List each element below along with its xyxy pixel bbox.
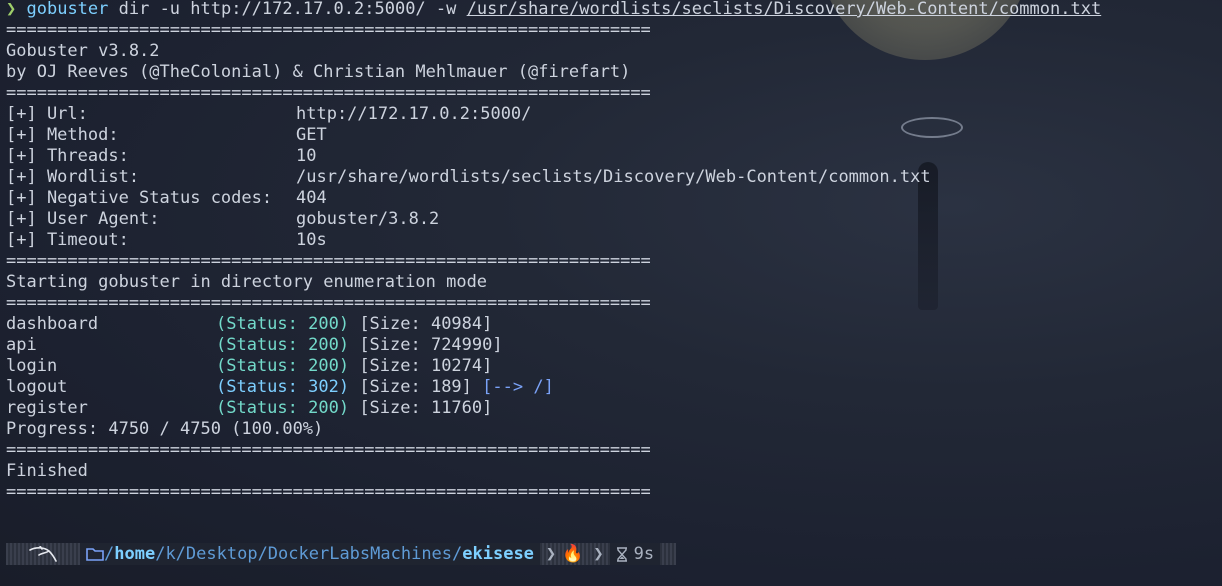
mode-message: Starting gobuster in directory enumerati… xyxy=(6,272,488,292)
config-value: http://172.17.0.2:5000/ xyxy=(296,104,532,124)
result-size: [Size: 11760] xyxy=(359,398,493,418)
config-row: [+] Timeout: 10s xyxy=(6,230,1101,251)
terminal-output: ❯ gobuster dir -u http://172.17.0.2:5000… xyxy=(6,0,1101,503)
result-path: register xyxy=(6,398,88,418)
config-label: [+] Timeout: xyxy=(6,230,129,250)
separator-line: ========================================… xyxy=(6,20,651,40)
separator-line: ========================================… xyxy=(6,482,651,502)
separator-line: ========================================… xyxy=(6,251,651,271)
segment-chevron-icon: ❯ xyxy=(545,544,557,564)
config-label: [+] User Agent: xyxy=(6,209,160,229)
config-value: /usr/share/wordlists/seclists/Discovery/… xyxy=(296,167,931,187)
config-value: GET xyxy=(296,125,327,145)
result-redirect: [--> /] xyxy=(482,377,554,397)
finished-line: Finished xyxy=(6,461,88,481)
result-size: [Size: 724990] xyxy=(359,335,503,355)
config-label: [+] Method: xyxy=(6,125,119,145)
config-row: [+] Url: http://172.17.0.2:5000/ xyxy=(6,104,1101,125)
prompt-chevron: ❯ xyxy=(6,0,17,19)
result-size: [Size: 40984] xyxy=(359,314,493,334)
command-program: gobuster xyxy=(26,0,109,19)
command-args: dir -u http://172.17.0.2:5000/ -w xyxy=(108,0,467,19)
separator-line: ========================================… xyxy=(6,293,651,313)
config-value: gobuster/3.8.2 xyxy=(296,209,440,229)
result-status: (Status: 200) xyxy=(216,314,350,334)
config-label: [+] Url: xyxy=(6,104,88,124)
banner-authors: by OJ Reeves (@TheColonial) & Christian … xyxy=(6,62,631,82)
config-row: [+] Threads: 10 xyxy=(6,146,1101,167)
result-row: logout (Status: 302) [Size: 189] [--> /] xyxy=(6,377,1101,398)
kali-dragon-icon xyxy=(29,546,57,562)
config-label: [+] Threads: xyxy=(6,146,129,166)
result-row: api (Status: 200) [Size: 724990] xyxy=(6,335,1101,356)
config-label: [+] Wordlist: xyxy=(6,167,140,187)
dir-user: /k/ xyxy=(155,544,186,564)
terminal-window[interactable]: ❯ gobuster dir -u http://172.17.0.2:5000… xyxy=(0,0,1222,586)
result-status: (Status: 302) xyxy=(216,377,350,397)
config-row: [+] User Agent: gobuster/3.8.2 xyxy=(6,209,1101,230)
dir-middle: Desktop/DockerLabsMachines/ xyxy=(185,544,463,564)
result-row: login (Status: 200) [Size: 10274] xyxy=(6,356,1101,377)
result-status: (Status: 200) xyxy=(216,398,350,418)
fire-icon: 🔥 xyxy=(562,544,584,564)
result-row: register (Status: 200) [Size: 11760] xyxy=(6,398,1101,419)
progress-line: Progress: 4750 / 4750 (100.00%) xyxy=(6,419,324,439)
result-size: [Size: 189] xyxy=(359,377,472,397)
config-value: 10s xyxy=(296,230,327,250)
result-path: dashboard xyxy=(6,314,99,334)
result-status: (Status: 200) xyxy=(216,356,350,376)
folder-icon xyxy=(86,548,104,561)
command-wordlist-path: /usr/share/wordlists/seclists/Discovery/… xyxy=(466,0,1102,19)
result-row: dashboard (Status: 200) [Size: 40984] xyxy=(6,314,1101,335)
dir-current: ekisese xyxy=(462,544,534,564)
config-row: [+] Negative Status codes: 404 xyxy=(6,188,1101,209)
config-value: 404 xyxy=(296,188,327,208)
dir-home: home xyxy=(114,544,156,564)
config-row: [+] Wordlist: /usr/share/wordlists/seclis… xyxy=(6,167,1101,188)
segment-chevron-icon: ❯ xyxy=(593,544,604,564)
os-segment xyxy=(6,543,80,565)
banner-version: Gobuster v3.8.2 xyxy=(6,41,160,61)
config-label: [+] Negative Status codes: xyxy=(6,188,273,208)
separator-line: ========================================… xyxy=(6,83,651,103)
config-row: [+] Method: GET xyxy=(6,125,1101,146)
result-path: logout xyxy=(6,377,68,397)
separator-line: ========================================… xyxy=(6,440,651,460)
config-value: 10 xyxy=(296,146,317,166)
command-line: ❯ gobuster dir -u http://172.17.0.2:5000… xyxy=(6,0,1101,20)
dir-root-slash: / xyxy=(104,544,115,564)
result-path: login xyxy=(6,356,58,376)
duration-segment: 9s xyxy=(609,543,661,565)
duration-value: 9s xyxy=(633,544,655,564)
directory-segment: / home/k/Desktop/DockerLabsMachines/ekise… xyxy=(80,543,540,565)
hourglass-icon xyxy=(616,546,627,562)
shell-prompt: / home/k/Desktop/DockerLabsMachines/ekise… xyxy=(6,543,676,565)
result-status: (Status: 200) xyxy=(216,335,350,355)
result-size: [Size: 10274] xyxy=(359,356,493,376)
result-path: api xyxy=(6,335,37,355)
